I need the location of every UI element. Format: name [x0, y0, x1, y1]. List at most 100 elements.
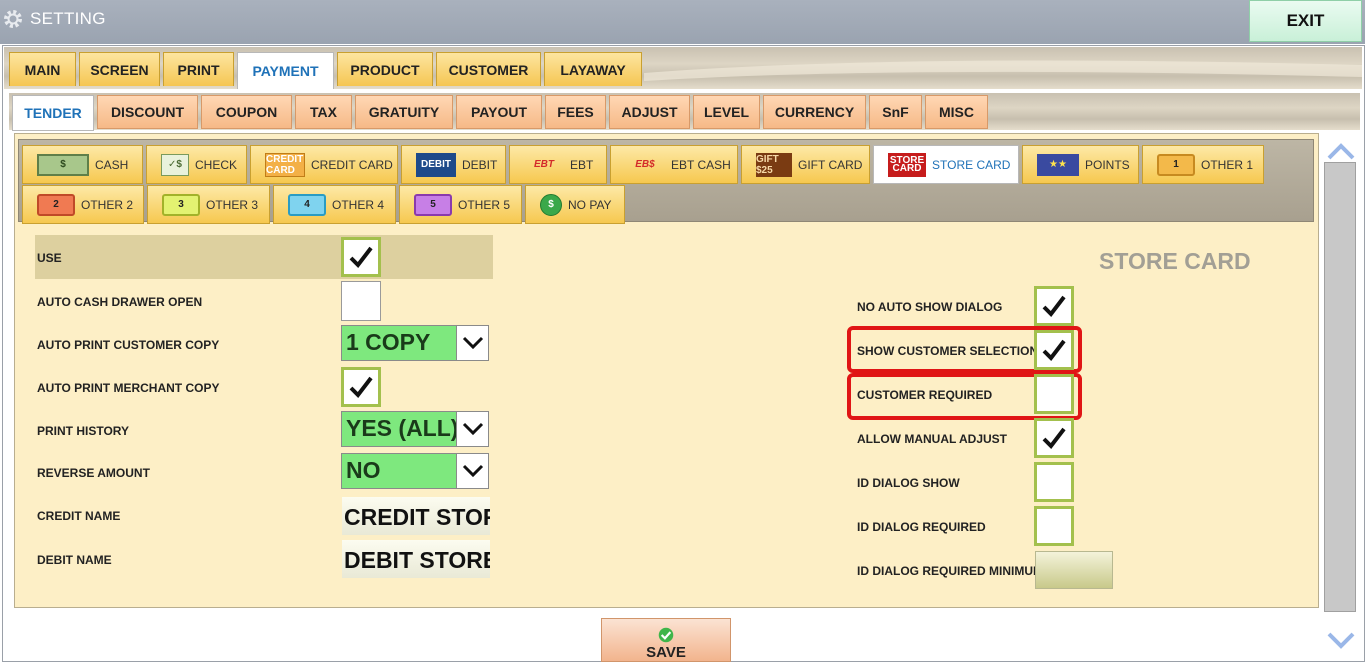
subtab-level[interactable]: LEVEL — [693, 95, 760, 129]
customer-required-checkbox[interactable] — [1034, 374, 1074, 414]
tender-tab-label: CASH — [95, 157, 129, 172]
input-value: CREDIT STORE — [344, 504, 490, 530]
tender-tab-label: CHECK — [195, 157, 238, 172]
tender-tab-label: OTHER 1 — [1201, 157, 1254, 172]
gift-card-icon: GIFT $25 — [756, 152, 792, 177]
tender-tab-label: NO PAY — [568, 197, 612, 212]
tender-tab-other-5[interactable]: 5 OTHER 5 — [399, 185, 522, 224]
id-dialog-required-minimum-label: ID DIALOG REQUIRED MINIMUM — [857, 564, 1043, 578]
print-history-label: PRINT HISTORY — [37, 424, 130, 438]
reverse-amount-select[interactable]: NO — [341, 453, 489, 489]
subtab-misc[interactable]: MISC — [925, 95, 988, 129]
other-5-icon: 5 — [414, 193, 452, 216]
auto-print-merchant-copy-label: AUTO PRINT MERCHANT COPY — [37, 381, 220, 395]
debit-card-icon: DEBIT — [416, 152, 456, 177]
tender-tab-other-4[interactable]: 4 OTHER 4 — [273, 185, 396, 224]
select-value: 1 COPY — [346, 329, 431, 355]
id-dialog-required-checkbox[interactable] — [1034, 506, 1074, 546]
subtab-snf[interactable]: SnF — [869, 95, 922, 129]
allow-manual-adjust-checkbox[interactable] — [1034, 418, 1074, 458]
tender-tab-label: OTHER 4 — [332, 197, 385, 212]
scroll-up-icon[interactable] — [1326, 140, 1356, 162]
credit-name-input[interactable]: CREDIT STORE — [342, 497, 490, 535]
dollar-bill-icon: $ — [37, 153, 89, 176]
save-button[interactable]: SAVE — [601, 618, 731, 662]
title-bar: SETTING — [0, 0, 1365, 44]
subtab-adjust[interactable]: ADJUST — [609, 95, 690, 129]
subtab-coupon[interactable]: COUPON — [201, 95, 292, 129]
subtab-fees[interactable]: FEES — [545, 95, 606, 129]
scrollbar-track[interactable] — [1324, 162, 1356, 612]
no-pay-icon: $ — [540, 193, 562, 216]
other-1-icon: 1 — [1157, 153, 1195, 176]
debit-name-input[interactable]: DEBIT STORE — [342, 540, 490, 578]
tender-tab-other-2[interactable]: 2 OTHER 2 — [22, 185, 144, 224]
auto-cash-drawer-open-checkbox[interactable] — [341, 281, 381, 321]
customer-required-label: CUSTOMER REQUIRED — [857, 388, 993, 402]
tender-tab-debit[interactable]: DEBIT DEBIT — [401, 145, 506, 184]
credit-card-icon: CREDIT CARD — [265, 152, 305, 177]
tender-tab-check[interactable]: ✓$ CHECK — [146, 145, 247, 184]
tab-print[interactable]: PRINT — [163, 52, 234, 86]
auto-print-merchant-copy-checkbox[interactable] — [341, 367, 381, 407]
print-history-select[interactable]: YES (ALL) — [341, 411, 489, 447]
tender-tab-label: STORE CARD — [932, 157, 1011, 172]
tender-tab-other-3[interactable]: 3 OTHER 3 — [147, 185, 270, 224]
ebt-cash-icon: EB$ — [635, 159, 655, 170]
other-4-icon: 4 — [288, 193, 326, 216]
no-auto-show-dialog-label: NO AUTO SHOW DIALOG — [857, 300, 1003, 314]
other-3-icon: 3 — [162, 193, 200, 216]
id-dialog-show-checkbox[interactable] — [1034, 462, 1074, 502]
tender-tab-no-pay[interactable]: $ NO PAY — [525, 185, 625, 224]
id-dialog-required-label: ID DIALOG REQUIRED — [857, 520, 986, 534]
no-auto-show-dialog-checkbox[interactable] — [1034, 286, 1074, 326]
tender-tab-label: OTHER 5 — [458, 197, 511, 212]
checkmark-icon — [349, 376, 373, 399]
tender-tab-ebt[interactable]: EBT EBT — [509, 145, 607, 184]
checkmark-icon — [1042, 339, 1066, 362]
checkmark-icon — [1042, 427, 1066, 450]
tab-layaway[interactable]: LAYAWAY — [544, 52, 642, 86]
scroll-down-icon[interactable] — [1326, 630, 1356, 652]
subtab-discount[interactable]: DISCOUNT — [97, 95, 198, 129]
show-customer-selection-checkbox[interactable] — [1034, 330, 1074, 370]
tender-tab-label: POINTS — [1085, 157, 1130, 172]
tender-tab-other-1[interactable]: 1 OTHER 1 — [1142, 145, 1264, 184]
section-title: STORE CARD — [1099, 248, 1251, 274]
tender-tab-label: OTHER 2 — [81, 197, 134, 212]
check-circle-icon — [658, 627, 674, 643]
tab-payment[interactable]: PAYMENT — [237, 52, 334, 89]
tender-tab-gift-card[interactable]: GIFT $25 GIFT CARD — [741, 145, 870, 184]
subtab-gratuity[interactable]: GRATUITY — [355, 95, 453, 129]
other-2-icon: 2 — [37, 193, 75, 216]
use-checkbox[interactable] — [341, 237, 381, 277]
ebt-icon: EBT — [534, 159, 554, 170]
auto-print-customer-copy-select[interactable]: 1 COPY — [341, 325, 489, 361]
exit-button[interactable]: EXIT — [1249, 0, 1362, 42]
tender-tab-cash[interactable]: $ CASH — [22, 145, 143, 184]
tender-tab-label: GIFT CARD — [798, 157, 863, 172]
subtab-payout[interactable]: PAYOUT — [456, 95, 542, 129]
subtab-tender[interactable]: TENDER — [12, 95, 94, 131]
debit-name-label: DEBIT NAME — [37, 553, 112, 567]
tab-customer[interactable]: CUSTOMER — [436, 52, 541, 86]
tender-tab-points[interactable]: ★★ POINTS — [1022, 145, 1139, 184]
tender-tab-credit-card[interactable]: CREDIT CARD CREDIT CARD — [250, 145, 398, 184]
select-value: NO — [346, 457, 381, 483]
tender-tab-ebt-cash[interactable]: EB$ EBT CASH — [610, 145, 738, 184]
use-label: USE — [37, 251, 62, 265]
chevron-down-icon — [462, 422, 483, 436]
window-title: SETTING — [30, 9, 106, 28]
tender-tab-store-card[interactable]: STORE CARD STORE CARD — [873, 145, 1019, 184]
gear-icon — [4, 10, 22, 28]
subtab-tax[interactable]: TAX — [295, 95, 352, 129]
show-customer-selection-label: SHOW CUSTOMER SELECTION — [857, 344, 1039, 358]
subtab-currency[interactable]: CURRENCY — [763, 95, 866, 129]
tab-screen[interactable]: SCREEN — [79, 52, 160, 86]
reverse-amount-label: REVERSE AMOUNT — [37, 466, 150, 480]
id-dialog-required-minimum-input[interactable] — [1035, 551, 1113, 589]
chevron-down-icon — [462, 336, 483, 350]
stars-icon: ★★ — [1037, 153, 1079, 176]
tab-main[interactable]: MAIN — [9, 52, 76, 86]
tab-product[interactable]: PRODUCT — [337, 52, 433, 86]
